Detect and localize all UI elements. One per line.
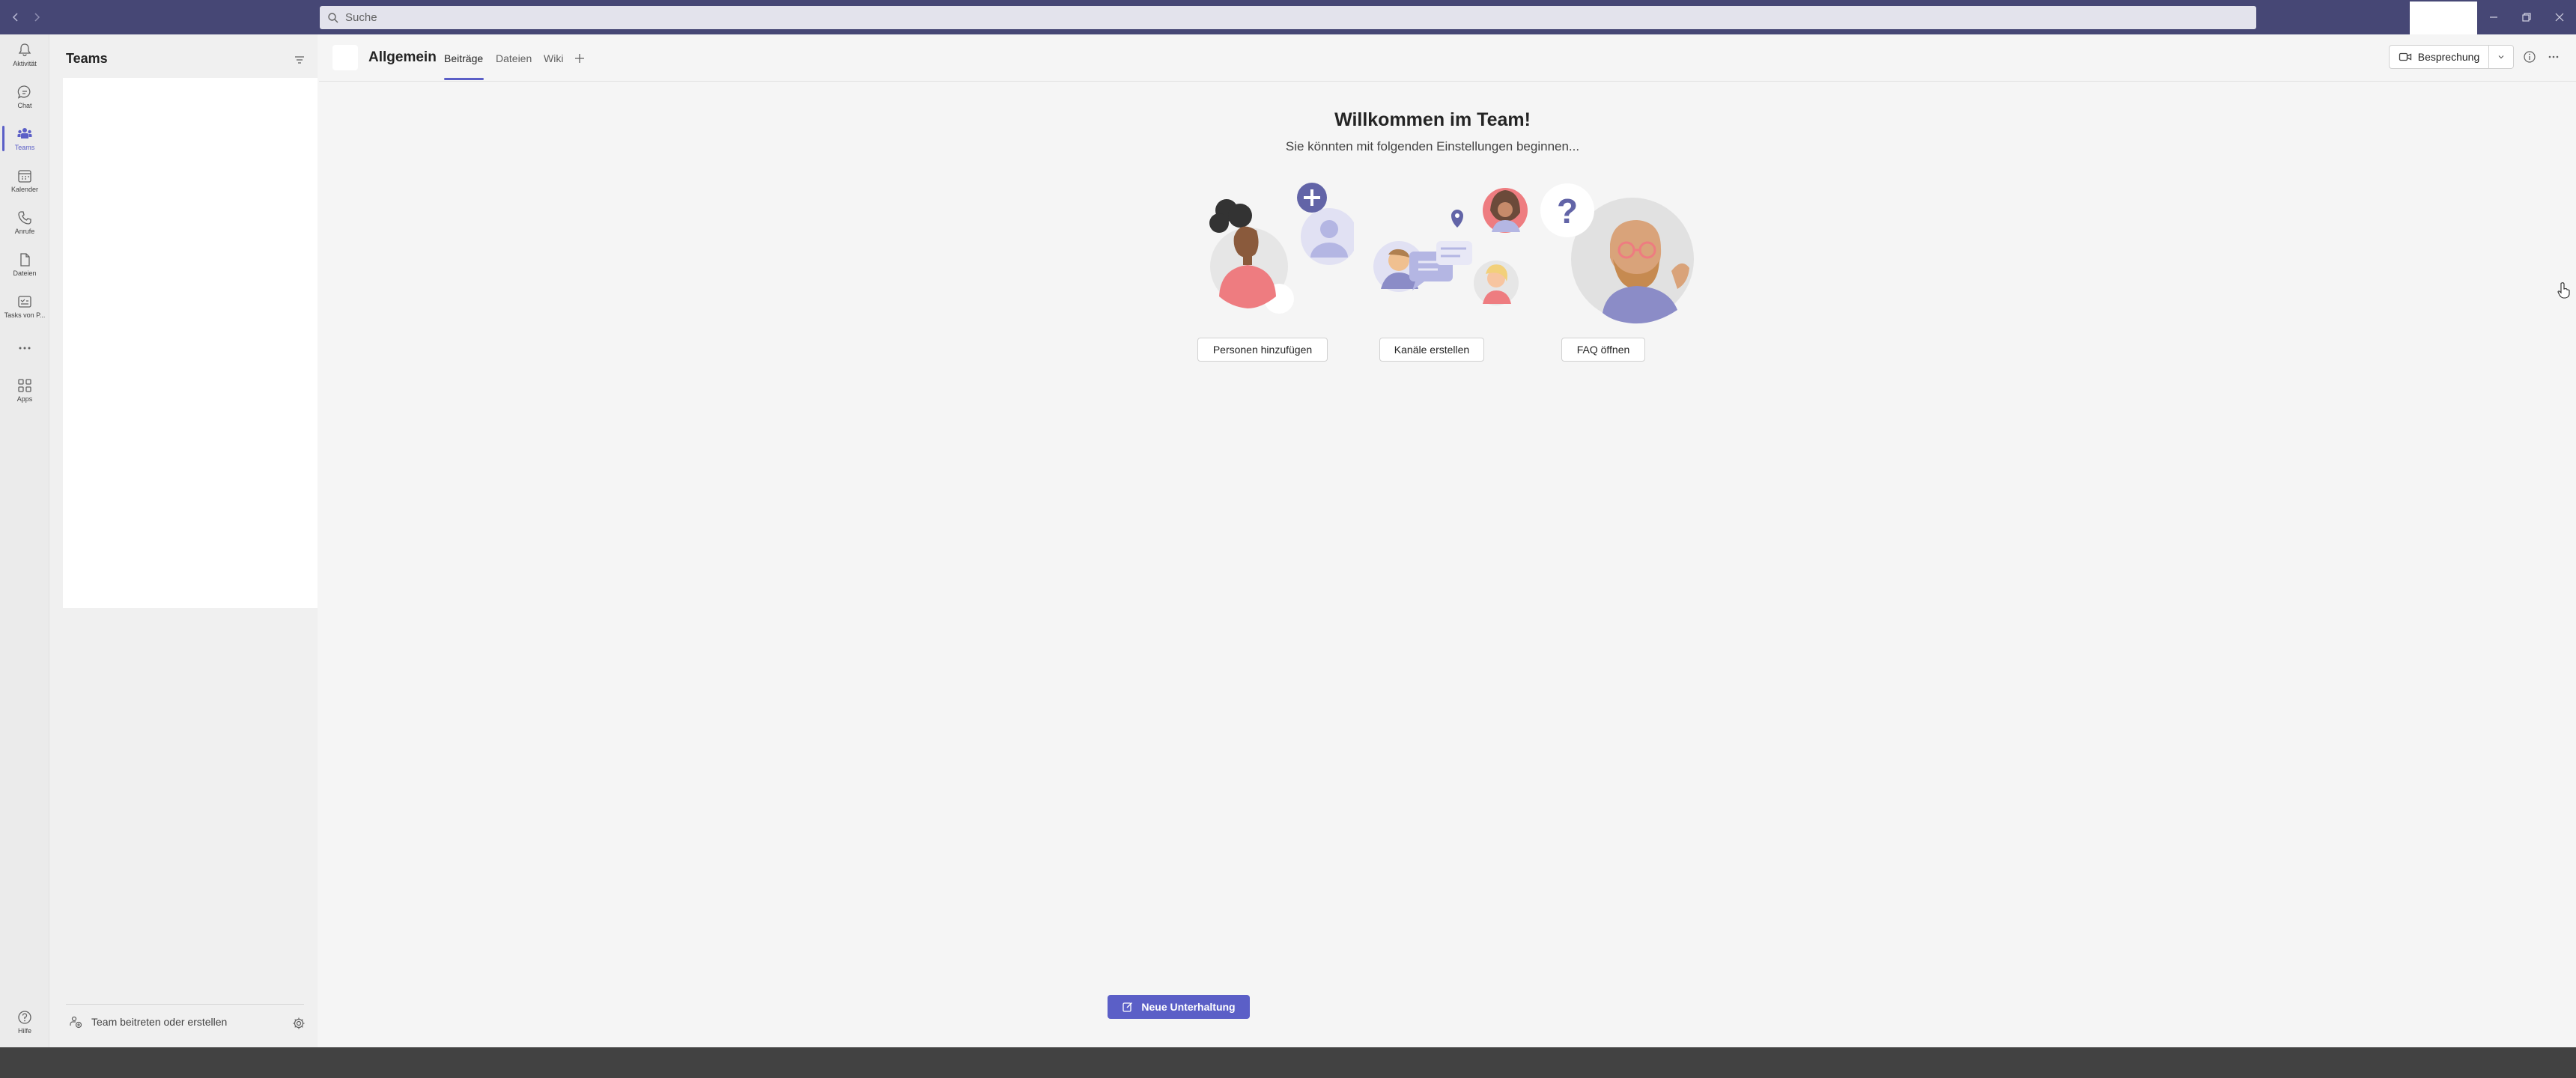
settings-button[interactable] [291,1015,307,1032]
tab-files[interactable]: Dateien [496,52,532,64]
forward-arrow-icon[interactable] [25,6,48,28]
video-camera-icon [2399,52,2411,61]
rail-item-activity[interactable]: Aktivität [0,34,49,75]
chat-icon [17,85,31,99]
svg-text:?: ? [1557,192,1578,231]
rail-item-more[interactable] [0,328,49,368]
team-avatar [332,45,358,70]
file-icon [20,253,30,267]
minimize-icon [2490,16,2497,18]
rail-item-chat[interactable]: Chat [0,76,49,117]
rail-item-teams[interactable]: Teams [0,118,49,159]
more-horizontal-icon [2548,55,2559,58]
join-team-icon [70,1016,82,1029]
help-icon [18,1011,31,1024]
rail-item-label: Hilfe [17,1027,31,1035]
welcome-subtitle: Sie könnten mit folgenden Einstellungen … [1285,139,1580,153]
title-bar [0,0,2576,34]
info-icon [2524,51,2536,63]
hand-cursor-icon [2557,282,2570,299]
open-faq-button[interactable]: FAQ öffnen [1561,338,1645,362]
channel-name: Allgemein [368,49,437,65]
faq-illustration: ? [1540,183,1694,324]
active-tab-indicator [444,78,484,80]
join-team-link[interactable]: Team beitreten oder erstellen [69,1015,227,1029]
rail-item-label: Aktivität [13,60,37,67]
sidebar-title: Teams [66,51,108,66]
apps-icon [18,379,31,392]
add-tab-button[interactable] [571,49,589,67]
rail-item-label: Teams [14,144,35,151]
filter-button[interactable] [291,51,309,69]
rail-item-label: Anrufe [14,228,35,235]
meeting-label: Besprechung [2417,51,2480,63]
minimize-button[interactable] [2477,0,2510,34]
sidebar-divider [66,1004,304,1005]
compose-icon [1123,1002,1133,1012]
filter-icon [295,56,304,64]
rail-item-label: Tasks von P... [4,311,46,319]
chevron-down-icon [2498,55,2504,59]
back-arrow-icon[interactable] [4,6,27,28]
create-channels-button[interactable]: Kanäle erstellen [1379,338,1484,362]
rail-item-help[interactable]: Hilfe [0,1002,49,1042]
new-conversation-button[interactable]: Neue Unterhaltung [1108,995,1250,1019]
channel-header: Allgemein Beiträge Dateien Wiki Besprech… [319,34,2576,82]
close-button[interactable] [2543,0,2576,34]
profile-area[interactable] [2410,1,2477,34]
calendar-icon [18,170,31,183]
rail-item-label: Chat [17,102,32,109]
rail-item-apps[interactable]: Apps [0,370,49,410]
os-taskbar [0,1047,2576,1078]
rail-item-label: Kalender [10,186,39,193]
join-team-label: Team beitreten oder erstellen [91,1016,228,1028]
search-icon [328,12,338,22]
welcome-title: Willkommen im Team! [1334,109,1531,130]
rail-item-calendar[interactable]: Kalender [0,160,49,201]
teams-sidebar: Teams Team beitreten oder erstellen [49,34,318,1047]
create-channels-illustration [1373,188,1528,305]
meeting-button[interactable]: Besprechung [2389,45,2489,69]
rail-item-label: Apps [16,395,33,403]
meeting-dropdown[interactable] [2488,45,2514,69]
search-box[interactable] [320,6,2256,29]
tasks-icon [18,296,31,308]
bell-icon [18,43,31,57]
new-conversation-label: Neue Unterhaltung [1141,1001,1236,1013]
rail-item-tasks[interactable]: Tasks von P... [0,286,49,326]
rail-item-label: Dateien [13,270,37,277]
teams-icon [17,128,32,138]
rail-item-files[interactable]: Dateien [0,244,49,284]
rail-item-calls[interactable]: Anrufe [0,202,49,243]
add-people-illustration [1209,183,1354,314]
team-list [63,78,318,608]
plus-icon [575,54,584,63]
gear-icon [293,1017,305,1029]
channel-info-button[interactable] [2521,48,2539,66]
app-rail: Aktivität Chat Teams Kalender Anrufe Dat… [0,34,49,1047]
more-options-button[interactable] [2545,48,2563,66]
add-people-button[interactable]: Personen hinzufügen [1197,338,1328,362]
more-icon [19,347,31,350]
search-input[interactable] [345,11,2217,24]
close-icon [2555,13,2564,22]
restore-icon [2522,13,2531,22]
tab-posts[interactable]: Beiträge [444,52,483,64]
restore-button[interactable] [2510,0,2543,34]
tab-wiki[interactable]: Wiki [544,52,563,64]
phone-icon [18,211,31,225]
channel-view: Allgemein Beiträge Dateien Wiki Besprech… [319,34,2576,1047]
